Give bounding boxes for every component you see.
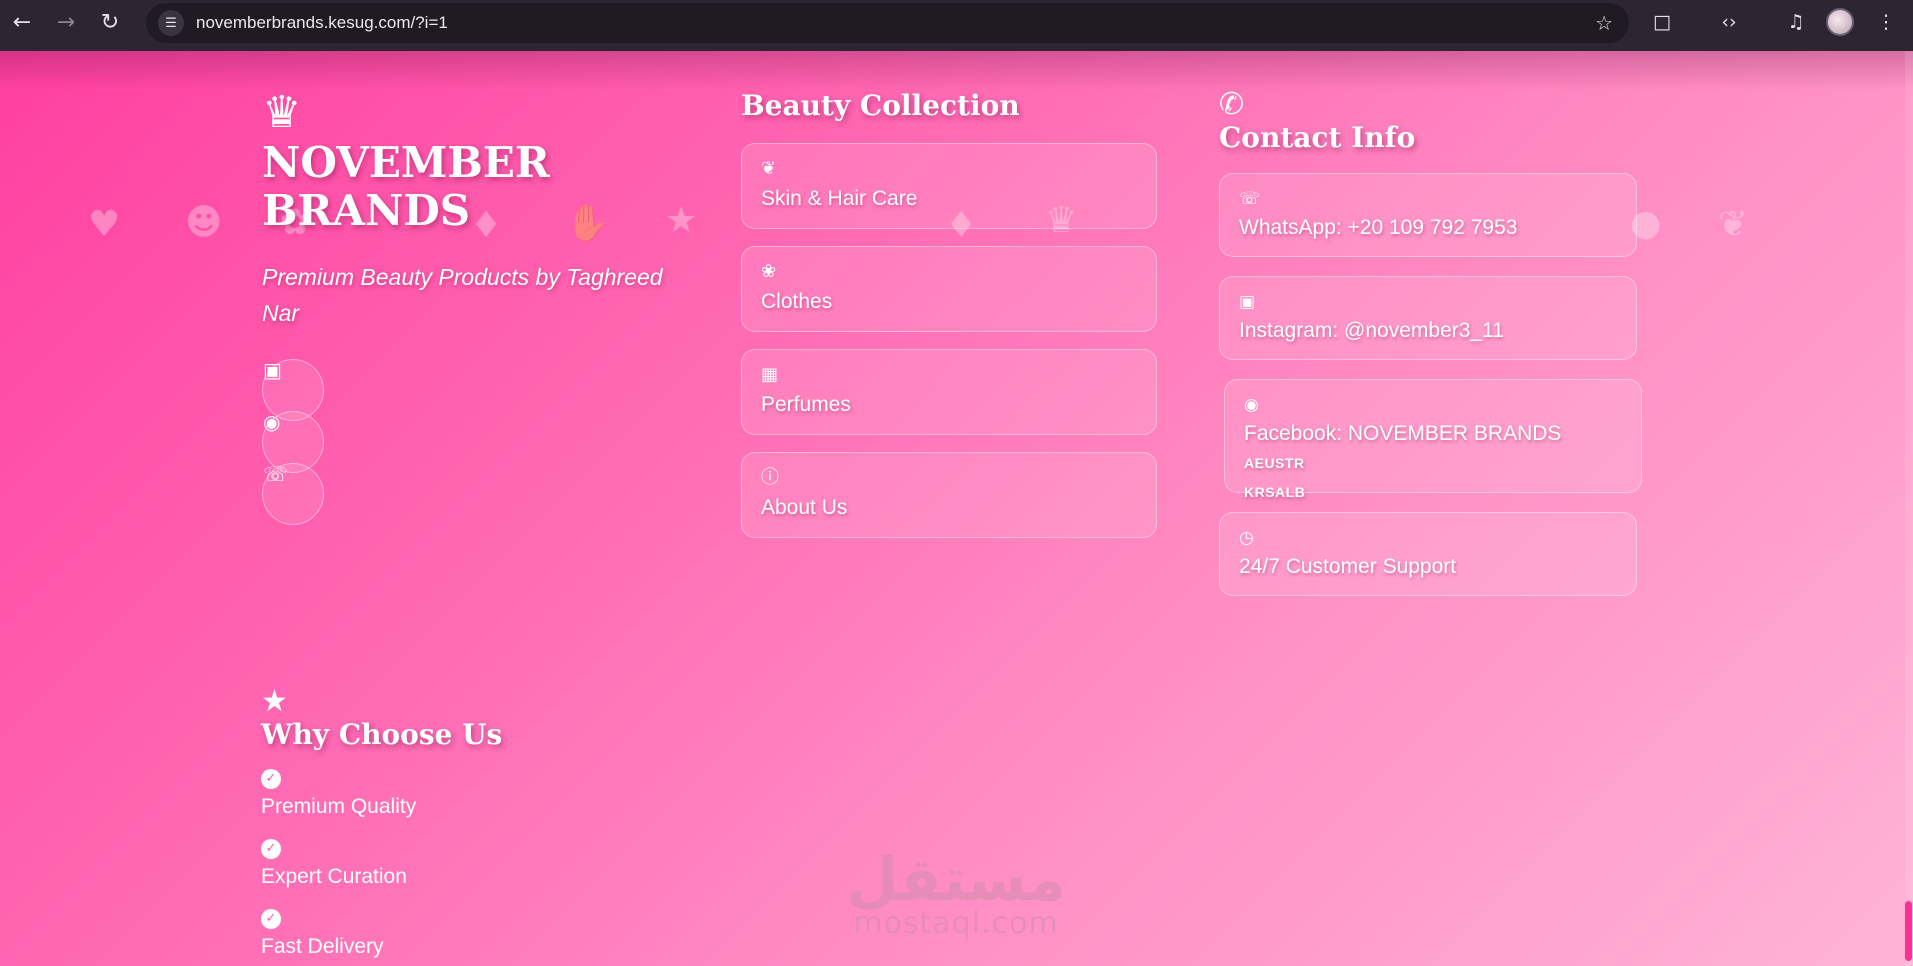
contact-instagram[interactable]: ▣ Instagram: @november3_11: [1219, 276, 1637, 360]
why-item-premium: ✓ Premium Quality: [261, 769, 417, 818]
heart-deco-icon: ♥: [88, 204, 121, 245]
profile-button[interactable]: [1818, 0, 1862, 44]
contact-facebook[interactable]: ◉ Facebook: NOVEMBER BRANDS AEUSTR KRSAL…: [1224, 379, 1642, 500]
smiley-deco-icon: ☻: [185, 202, 223, 243]
crown-icon: ♛: [262, 87, 302, 138]
site-info-button[interactable]: ☰: [158, 10, 184, 36]
devtools-button[interactable]: ‹›: [1707, 0, 1751, 44]
facebook-icon: ◉: [263, 410, 281, 434]
extensions-button[interactable]: □: [1640, 0, 1684, 44]
collection-item-perfumes[interactable]: ▦ Perfumes: [741, 349, 1157, 435]
why-heading: Why Choose Us: [261, 718, 503, 751]
tune-icon: ☰: [165, 15, 177, 31]
collection-item-clothes[interactable]: ❀ Clothes: [741, 246, 1157, 332]
collection-section: Beauty Collection ❦ Skin & Hair Care ❀ C…: [741, 89, 1157, 555]
collection-item-skin-hair[interactable]: ❦ Skin & Hair Care: [741, 143, 1157, 229]
media-button[interactable]: ♫: [1774, 0, 1818, 44]
browser-toolbar: ← → ↻ ☰ novemberbrands.kesug.com/?i=1 ☆ …: [0, 0, 1913, 51]
check-icon: ✓: [261, 769, 281, 789]
leaf-deco-icon: ❦: [1718, 204, 1749, 245]
reload-icon: ↻: [100, 9, 120, 35]
kebab-icon: ⋮: [1876, 11, 1896, 33]
playlist-icon: ♫: [1787, 11, 1805, 33]
brand-tagline: Premium Beauty Products by Taghreed Nar: [262, 264, 663, 326]
arrow-right-icon: →: [56, 9, 76, 35]
page-footer: ♥ ☻ ✿ ♦ ✋ ★ ♦ ♛ ● ❦ ♛ NOVEMBER BRANDS Pr…: [0, 51, 1913, 966]
clock-icon: ◷: [1239, 528, 1254, 548]
address-bar[interactable]: ☰ novemberbrands.kesug.com/?i=1 ☆: [146, 3, 1629, 43]
brand-name: NOVEMBER BRANDS: [262, 138, 550, 235]
menu-button[interactable]: ⋮: [1864, 0, 1908, 44]
watermark-logo: مستقل mostaql.com: [846, 845, 1066, 941]
why-item-delivery: ✓ Fast Delivery: [261, 909, 384, 958]
check-icon: ✓: [261, 839, 281, 859]
lotus-icon: ❀: [761, 261, 777, 282]
whatsapp-icon: ☏: [263, 462, 289, 486]
why-item-curation: ✓ Expert Curation: [261, 839, 407, 888]
scrollbar-thumb[interactable]: [1905, 901, 1912, 961]
instagram-icon: ▣: [1239, 292, 1256, 312]
contact-heading: Contact Info: [1219, 121, 1416, 154]
page-scrollbar[interactable]: [1905, 51, 1913, 966]
puzzle-icon: □: [1653, 11, 1671, 33]
spray-bottle-icon: ▦: [761, 364, 779, 385]
social-links: ▣ ◉ ☏: [262, 358, 682, 525]
back-button[interactable]: ←: [0, 0, 44, 44]
social-whatsapp-link[interactable]: ☏: [262, 462, 324, 525]
reload-button[interactable]: ↻: [88, 0, 132, 44]
avatar: [1826, 8, 1854, 36]
star-icon: ★: [261, 684, 288, 719]
brand-section: ♛ NOVEMBER BRANDS Premium Beauty Product…: [262, 91, 682, 526]
collection-item-about[interactable]: ⓘ About Us: [741, 452, 1157, 538]
contact-support[interactable]: ◷ 24/7 Customer Support: [1219, 512, 1637, 596]
code-icon: ‹›: [1721, 11, 1737, 33]
why-section: ★ Why Choose Us ✓ Premium Quality ✓ Expe…: [261, 686, 761, 961]
arrow-left-icon: ←: [12, 9, 32, 35]
whatsapp-icon: ☏: [1239, 189, 1261, 209]
collection-heading: Beauty Collection: [741, 89, 1020, 122]
instagram-icon: ▣: [263, 358, 282, 382]
url-text[interactable]: novemberbrands.kesug.com/?i=1: [196, 13, 448, 33]
facebook-icon: ◉: [1244, 395, 1259, 415]
leaf-icon: ❦: [761, 158, 777, 179]
phone-icon: ✆: [1219, 87, 1245, 122]
forward-button[interactable]: →: [44, 0, 88, 44]
check-icon: ✓: [261, 909, 281, 929]
info-icon: ⓘ: [761, 467, 779, 488]
contact-section: ✆ Contact Info ☏ WhatsApp: +20 109 792 7…: [1219, 87, 1642, 615]
contact-whatsapp[interactable]: ☏ WhatsApp: +20 109 792 7953: [1219, 173, 1637, 257]
bookmark-star-icon[interactable]: ☆: [1595, 11, 1613, 35]
